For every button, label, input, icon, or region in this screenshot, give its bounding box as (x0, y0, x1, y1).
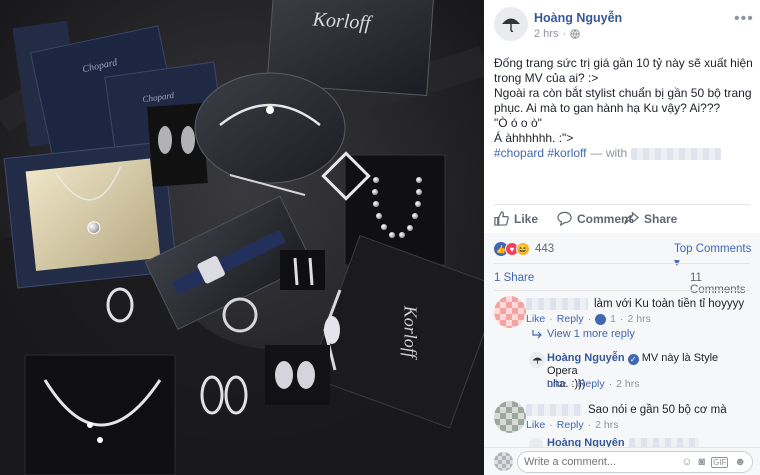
reply-time[interactable]: 2 hrs (616, 378, 639, 390)
share-count[interactable]: 1 Share (494, 272, 534, 284)
more-options-icon[interactable]: ••• (734, 10, 754, 28)
post-text-line: Á àhhhhhh. :"> (494, 131, 574, 145)
with-label: — with (590, 146, 628, 160)
comment-text: làm với Ku toàn tiền tỉ hoyyyy (594, 298, 745, 310)
comment-like-link[interactable]: Like (526, 313, 545, 325)
commenter-name-redacted[interactable] (526, 298, 588, 310)
share-label: Share (644, 211, 678, 226)
reply-author-name[interactable]: Hoàng Nguyễn (547, 352, 625, 364)
composer-icons: ☺ ◙ GIF ☻ (681, 456, 746, 468)
reply-arrow-icon (532, 330, 542, 339)
verified-check-icon: ✓ (627, 354, 639, 365)
author-avatar[interactable] (494, 7, 528, 41)
emoji-icon[interactable]: ☺ (681, 456, 692, 468)
comment-reply-link[interactable]: Reply (557, 419, 584, 431)
divider (494, 290, 750, 291)
reactions-summary[interactable]: 👍 ♥ 😆 443 (494, 242, 554, 256)
reply-like-link[interactable]: Like (547, 378, 566, 390)
hashtags[interactable]: #chopard #korloff (494, 146, 587, 161)
comment-composer[interactable]: ☺ ◙ GIF ☻ (517, 451, 753, 473)
like-reaction-icon (595, 313, 607, 325)
author-name[interactable]: Hoàng Nguyễn (534, 11, 622, 25)
thumbs-up-icon (494, 211, 509, 226)
post-panel: Hoàng Nguyễn 2 hrs · ••• Đống trang sức … (484, 0, 760, 475)
comment: làm với Ku toàn tiền tỉ hoyyyy (526, 298, 744, 310)
view-replies[interactable]: View 1 more reply (532, 328, 635, 340)
post-photo[interactable]: Korloff Chopard Chopard Korloff (0, 0, 484, 475)
post-text-line: "Ò ó o ò" (494, 116, 542, 130)
comments-count[interactable]: 11 Comments (690, 272, 760, 296)
comment-input[interactable] (524, 456, 644, 468)
comment-time[interactable]: 2 hrs (595, 419, 618, 431)
post-meta: 2 hrs · (534, 28, 580, 40)
view-more-replies-link[interactable]: View 1 more reply (547, 328, 635, 340)
comment-reply-link[interactable]: Reply (557, 313, 584, 325)
comment-like-count: 1 (610, 313, 616, 325)
post-header (494, 7, 528, 41)
comment-actions: Like · Reply · 1 · 2 hrs (526, 313, 651, 325)
share-arrow-icon (624, 211, 639, 225)
comment-text: Sao nói e gần 50 bộ cơ mà (588, 404, 727, 416)
haha-reaction-icon: 😆 (516, 242, 530, 256)
top-comments-dropdown[interactable]: Top Comments ▾ (674, 243, 760, 269)
comment: Sao nói e gần 50 bộ cơ mà (526, 404, 727, 416)
comment-button[interactable]: Comment (557, 211, 632, 226)
commenter-name-redacted[interactable] (526, 404, 582, 416)
current-user-avatar (494, 452, 513, 471)
reactions-count: 443 (535, 243, 555, 255)
post-text-line: Đống trang sức trị giá gần 10 tỷ này sẽ … (494, 56, 753, 70)
divider (494, 263, 750, 264)
umbrella-icon (502, 18, 520, 32)
share-button[interactable]: Share (624, 211, 677, 226)
commenter-avatar-redacted[interactable] (494, 296, 526, 328)
comment-like-link[interactable]: Like (526, 419, 545, 431)
post-text-line: trong MV của ai? :> (494, 71, 599, 85)
camera-icon[interactable]: ◙ (698, 456, 705, 468)
post-text-line: Ngoài ra còn bắt stylist chuẩn bị gần 50… (494, 86, 752, 100)
globe-icon (570, 29, 580, 39)
partial-reply: Hoàng Nguyễn (547, 438, 699, 447)
korloff-side-logo: Korloff (401, 305, 421, 361)
comment-actions: Like · Reply · 2 hrs (526, 419, 619, 431)
reply-actions: Like · Reply · 2 hrs (547, 378, 640, 390)
post-body: Đống trang sức trị giá gần 10 tỷ này sẽ … (494, 56, 754, 161)
post-text-line: phục. Ai mà to gan hành hạ Ku vậy? Ai??? (494, 101, 721, 115)
comment-time[interactable]: 2 hrs (627, 313, 650, 325)
like-button[interactable]: Like (494, 211, 538, 226)
gif-icon[interactable]: GIF (711, 456, 729, 468)
speech-bubble-icon (557, 211, 572, 226)
reply-author-avatar[interactable] (529, 352, 545, 368)
korloff-logo: Korloff (311, 8, 374, 34)
post-time[interactable]: 2 hrs (534, 28, 558, 40)
tagged-user-redacted[interactable] (631, 147, 722, 160)
reply-reply-link[interactable]: Reply (578, 378, 605, 390)
divider (494, 204, 750, 205)
tags-line: #chopard #korloff — with (494, 146, 754, 161)
like-label: Like (514, 211, 539, 226)
commenter-avatar-redacted[interactable] (494, 401, 526, 433)
reply-author-name[interactable]: Hoàng Nguyễn (547, 438, 625, 447)
jewelry-photo: Korloff Chopard Chopard Korloff (0, 0, 484, 475)
sticker-icon[interactable]: ☻ (734, 456, 746, 468)
truncated-text (628, 438, 699, 447)
umbrella-icon (532, 356, 542, 364)
